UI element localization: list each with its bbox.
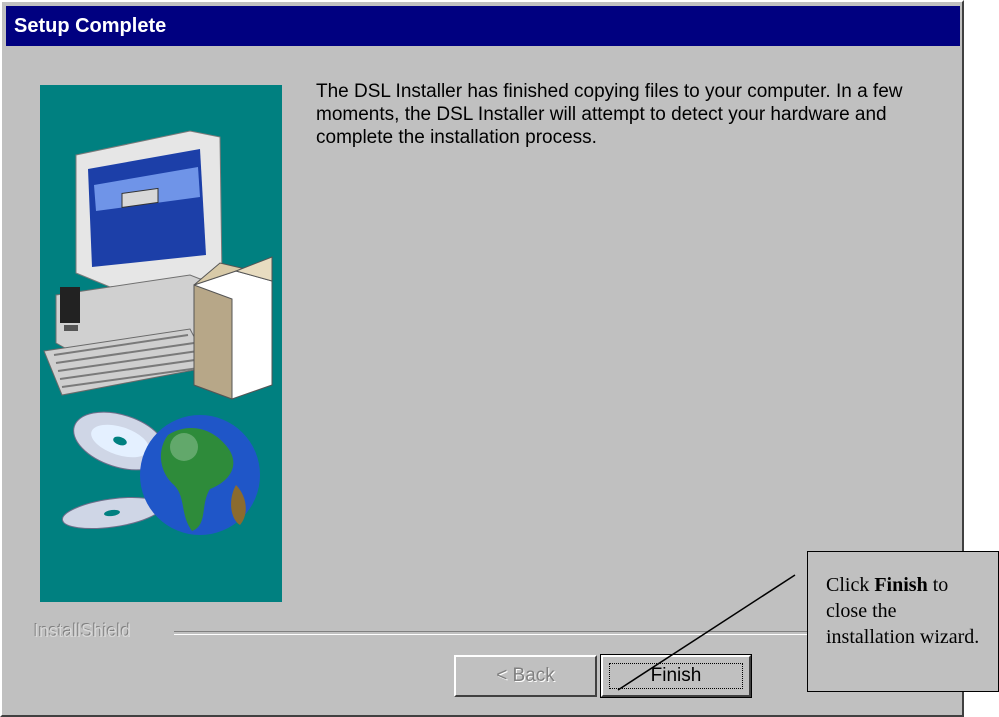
completion-message: The DSL Installer has finished copying f… [316, 81, 903, 148]
software-box-icon [193, 256, 273, 400]
back-button-label: < Back [496, 665, 555, 686]
installshield-branding: InstallShield [34, 621, 132, 641]
callout-note: Click Finish to close the installation w… [807, 551, 999, 692]
back-button[interactable]: < Back [454, 655, 597, 697]
focus-indicator [609, 663, 743, 689]
window-title: Setup Complete [14, 15, 167, 37]
callout-prefix: Click [826, 574, 875, 596]
callout-emphasis: Finish [874, 574, 928, 596]
title-bar: Setup Complete [6, 6, 960, 46]
finish-button[interactable]: Finish [600, 654, 752, 698]
globe-icon [140, 415, 260, 535]
installer-illustration [40, 85, 282, 602]
